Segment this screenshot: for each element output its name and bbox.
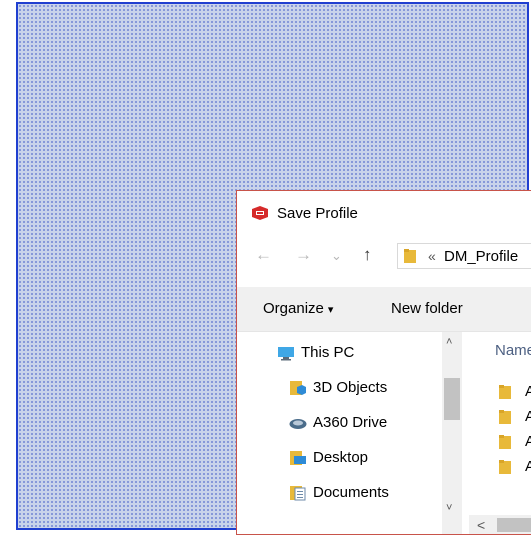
address-chevron[interactable]: « xyxy=(428,248,436,264)
up-arrow-icon[interactable]: ↑ xyxy=(363,245,372,265)
scroll-up-icon[interactable]: ˄ xyxy=(446,336,452,348)
folder-icon xyxy=(499,410,511,424)
nav-pane-scrollbar[interactable]: ˄ ˅ xyxy=(442,332,462,534)
dialog-toolbar: Organize ▾ New folder xyxy=(237,287,531,332)
computer-icon xyxy=(278,347,294,361)
organize-label: Organize xyxy=(263,300,324,317)
forward-arrow-icon[interactable]: → xyxy=(295,245,312,265)
address-bar[interactable]: « DM_Profile xyxy=(397,243,531,269)
save-profile-dialog: Save Profile ← → ⌄ ↑ « DM_Profile Organi… xyxy=(236,190,531,535)
desktop-icon xyxy=(290,451,306,465)
nav-item-label: A360 Drive xyxy=(313,414,388,431)
dialog-titlebar: Save Profile xyxy=(237,191,531,237)
scroll-left-icon[interactable]: < xyxy=(477,517,485,533)
documents-icon xyxy=(290,486,306,501)
nav-item-label: Desktop xyxy=(313,449,369,466)
back-arrow-icon[interactable]: ← xyxy=(255,245,272,265)
folder-icon xyxy=(404,249,416,263)
dialog-title: Save Profile xyxy=(277,205,358,222)
nav-item-label: This PC xyxy=(301,344,355,361)
file-list-pane: Name A A A A xyxy=(469,332,531,534)
list-item-label: A xyxy=(525,458,531,475)
nav-item-label: 3D Objects xyxy=(313,379,388,396)
column-header-name[interactable]: Name xyxy=(495,342,531,359)
folder-icon xyxy=(499,435,511,449)
3d-objects-icon xyxy=(290,381,306,395)
cloud-drive-icon xyxy=(289,419,307,429)
file-pane-horizontal-scrollbar[interactable]: < xyxy=(469,515,531,534)
recent-locations-icon[interactable]: ⌄ xyxy=(331,246,342,266)
scrollbar-thumb[interactable] xyxy=(497,518,531,532)
list-item-label: A xyxy=(525,408,531,425)
new-folder-button[interactable]: New folder xyxy=(391,300,463,317)
chevron-down-icon: ▾ xyxy=(327,304,334,316)
navigation-bar: ← → ⌄ ↑ « DM_Profile xyxy=(237,237,531,275)
folder-icon xyxy=(499,460,511,474)
list-item-label: A xyxy=(525,383,531,400)
navigation-pane: This PC 3D Objects A360 Drive Desktop Do… xyxy=(237,332,469,534)
list-item-label: A xyxy=(525,433,531,450)
scroll-down-icon[interactable]: ˅ xyxy=(446,502,452,514)
folder-icon xyxy=(499,385,511,399)
organize-button[interactable]: Organize ▾ xyxy=(263,300,333,317)
nav-item-label: Documents xyxy=(313,484,389,501)
scrollbar-thumb[interactable] xyxy=(444,378,460,420)
sketchup-icon xyxy=(252,206,268,220)
address-path[interactable]: DM_Profile xyxy=(444,248,518,265)
